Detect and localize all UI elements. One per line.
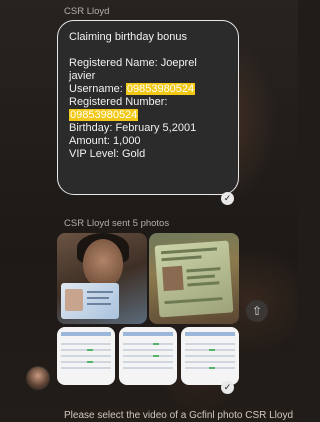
photo-id-document[interactable] <box>149 233 239 324</box>
photo-screenshot-1[interactable] <box>57 327 115 385</box>
id-card-shape <box>61 283 119 319</box>
face-shape <box>83 239 123 287</box>
registered-number-label: Registered Number: <box>69 96 168 108</box>
photos-sender-label: CSR Lloyd sent 5 photos <box>64 218 170 229</box>
next-message-preview: Please select the video of a Gcfinl phot… <box>64 410 294 421</box>
photo-selfie-with-id[interactable] <box>57 233 147 324</box>
username-line: Username: 09853980524 <box>69 83 228 96</box>
message-bubble[interactable]: Claiming birthday bonus Registered Name:… <box>57 20 239 195</box>
document-shape <box>154 240 234 318</box>
sender-name: CSR Lloyd <box>64 6 110 17</box>
registered-number-line: 09853980524 <box>69 109 228 122</box>
registered-name-line: Registered Name: Joeprel <box>69 57 197 69</box>
birthday-line: Birthday: February 5,2001 <box>69 122 197 134</box>
photo-screenshot-2[interactable] <box>119 327 177 385</box>
check-circle-icon: ✓ <box>221 381 234 394</box>
share-icon[interactable]: ⇧ <box>246 300 268 322</box>
registered-number-highlight[interactable]: 09853980524 <box>69 109 139 121</box>
check-circle-icon: ✓ <box>221 192 234 205</box>
username-highlight[interactable]: 09853980524 <box>125 83 196 95</box>
avatar[interactable] <box>26 366 50 390</box>
photo-screenshot-3[interactable] <box>181 327 239 385</box>
username-label: Username: <box>69 83 126 95</box>
registered-name-cont: javier <box>69 70 96 82</box>
amount-line: Amount: 1,000 <box>69 135 141 147</box>
vip-level-line: VIP Level: Gold <box>69 148 146 160</box>
message-title: Claiming birthday bonus <box>69 31 188 43</box>
